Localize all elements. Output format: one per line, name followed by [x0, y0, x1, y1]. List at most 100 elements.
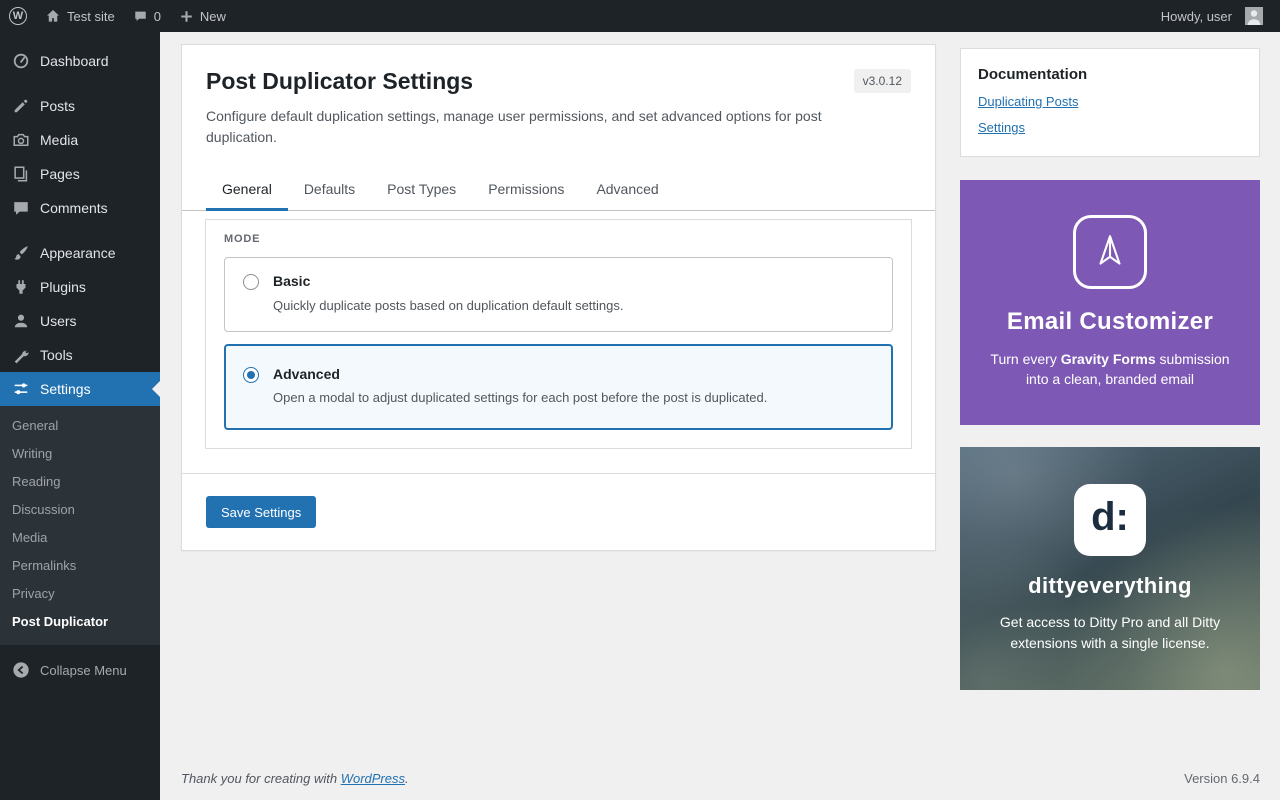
- content-area: Post Duplicator Settings v3.0.12 Configu…: [160, 32, 1280, 800]
- email-customizer-ad-banner[interactable]: Email Customizer Turn every Gravity Form…: [960, 180, 1260, 425]
- tab-post-types[interactable]: Post Types: [371, 168, 472, 211]
- media-icon: [11, 130, 31, 150]
- site-name-label: Test site: [67, 9, 115, 24]
- mode-section-heading: Mode: [206, 220, 911, 255]
- collapse-menu-label: Collapse Menu: [40, 663, 127, 678]
- sidebar-item-media[interactable]: Media: [0, 123, 160, 157]
- footer-version: Version 6.9.4: [1184, 771, 1260, 786]
- right-sidebar: Documentation Duplicating Posts Settings…: [960, 48, 1260, 690]
- ditty-ad-banner[interactable]: d: dittyeverything Get access to Ditty P…: [960, 447, 1260, 690]
- sidebar-item-pages[interactable]: Pages: [0, 157, 160, 191]
- wp-logo-menu[interactable]: W: [0, 0, 36, 32]
- sidebar-item-label: Media: [40, 132, 78, 148]
- users-icon: [11, 311, 31, 331]
- pages-icon: [11, 164, 31, 184]
- sidebar-item-label: Pages: [40, 166, 80, 182]
- comment-bubble-icon: [133, 9, 148, 24]
- avatar: [1245, 7, 1263, 25]
- site-name-menu[interactable]: Test site: [36, 0, 124, 32]
- sidebar-item-label: Dashboard: [40, 53, 109, 69]
- footer-thankyou: Thank you for creating with WordPress.: [181, 771, 409, 786]
- sidebar-item-comments[interactable]: Comments: [0, 191, 160, 225]
- tools-icon: [11, 345, 31, 365]
- sidebar-item-posts[interactable]: Posts: [0, 89, 160, 123]
- sidebar-item-plugins[interactable]: Plugins: [0, 270, 160, 304]
- submenu-item-media[interactable]: Media: [0, 524, 160, 552]
- option-advanced-label: Advanced: [273, 366, 767, 383]
- wordpress-link[interactable]: WordPress: [341, 771, 405, 786]
- email-customizer-title: Email Customizer: [1007, 308, 1213, 336]
- active-menu-arrow: [144, 381, 160, 397]
- tab-defaults[interactable]: Defaults: [288, 168, 371, 211]
- documentation-card: Documentation Duplicating Posts Settings: [960, 48, 1260, 157]
- new-label: New: [200, 9, 226, 24]
- settings-tabs: General Defaults Post Types Permissions …: [182, 168, 935, 211]
- sidebar-item-label: Comments: [40, 200, 108, 216]
- admin-bar: W Test site 0 New Howdy, user: [0, 0, 1280, 32]
- sidebar: Dashboard Posts Media Pages Comments App…: [0, 32, 160, 800]
- sidebar-item-label: Posts: [40, 98, 75, 114]
- tab-advanced[interactable]: Advanced: [580, 168, 674, 211]
- sidebar-item-dashboard[interactable]: Dashboard: [0, 44, 160, 78]
- plugins-icon: [11, 277, 31, 297]
- sidebar-item-label: Settings: [40, 381, 91, 397]
- appearance-icon: [11, 243, 31, 263]
- settings-card: Post Duplicator Settings v3.0.12 Configu…: [181, 44, 936, 551]
- sidebar-item-label: Appearance: [40, 245, 116, 261]
- sidebar-item-tools[interactable]: Tools: [0, 338, 160, 372]
- sidebar-item-appearance[interactable]: Appearance: [0, 236, 160, 270]
- comments-count: 0: [154, 9, 161, 24]
- page-description: Configure default duplication settings, …: [206, 106, 868, 148]
- tab-general[interactable]: General: [206, 168, 288, 211]
- ditty-logo-icon: d:: [1074, 484, 1146, 556]
- mode-section: Mode Basic Quickly duplicate posts based…: [205, 219, 912, 449]
- option-advanced-description: Open a modal to adjust duplicated settin…: [273, 390, 767, 407]
- new-content-menu[interactable]: New: [170, 0, 235, 32]
- submenu-item-reading[interactable]: Reading: [0, 468, 160, 496]
- comments-menu[interactable]: 0: [124, 0, 170, 32]
- documentation-title: Documentation: [978, 66, 1242, 83]
- sidebar-item-label: Users: [40, 313, 77, 329]
- ditty-text: Get access to Ditty Pro and all Ditty ex…: [1000, 612, 1220, 653]
- sidebar-item-users[interactable]: Users: [0, 304, 160, 338]
- dashboard-icon: [11, 51, 31, 71]
- my-account-menu[interactable]: Howdy, user: [1152, 0, 1272, 32]
- sidebar-item-label: Tools: [40, 347, 73, 363]
- page-title: Post Duplicator Settings: [206, 67, 473, 97]
- howdy-label: Howdy, user: [1161, 9, 1232, 24]
- submenu-item-general[interactable]: General: [0, 412, 160, 440]
- collapse-icon: [11, 660, 31, 680]
- admin-footer: Thank you for creating with WordPress. V…: [181, 771, 1260, 786]
- version-badge: v3.0.12: [854, 69, 911, 93]
- tab-permissions[interactable]: Permissions: [472, 168, 580, 211]
- email-customizer-logo-icon: [1073, 215, 1147, 289]
- submenu-item-privacy[interactable]: Privacy: [0, 580, 160, 608]
- submenu-item-writing[interactable]: Writing: [0, 440, 160, 468]
- save-settings-button[interactable]: Save Settings: [206, 496, 316, 528]
- submenu-item-permalinks[interactable]: Permalinks: [0, 552, 160, 580]
- doc-link-settings[interactable]: Settings: [978, 120, 1242, 135]
- submenu-item-discussion[interactable]: Discussion: [0, 496, 160, 524]
- home-icon: [45, 8, 61, 24]
- radio-basic[interactable]: [243, 274, 259, 290]
- ditty-title: dittyeverything: [1028, 573, 1192, 599]
- settings-icon: [11, 379, 31, 399]
- sidebar-item-settings[interactable]: Settings: [0, 372, 160, 406]
- collapse-menu-button[interactable]: Collapse Menu: [0, 653, 160, 687]
- option-basic-label: Basic: [273, 273, 624, 290]
- mode-option-basic[interactable]: Basic Quickly duplicate posts based on d…: [224, 257, 893, 332]
- wordpress-logo-icon: W: [9, 7, 27, 25]
- plus-icon: [179, 9, 194, 24]
- settings-card-header: Post Duplicator Settings v3.0.12 Configu…: [182, 45, 935, 168]
- tab-content: Mode Basic Quickly duplicate posts based…: [182, 211, 935, 473]
- doc-link-duplicating-posts[interactable]: Duplicating Posts: [978, 94, 1242, 109]
- option-basic-description: Quickly duplicate posts based on duplica…: [273, 298, 624, 315]
- comments-icon: [11, 198, 31, 218]
- radio-advanced[interactable]: [243, 367, 259, 383]
- sidebar-item-label: Plugins: [40, 279, 86, 295]
- settings-card-footer: Save Settings: [182, 473, 935, 550]
- mode-option-advanced[interactable]: Advanced Open a modal to adjust duplicat…: [224, 344, 893, 431]
- settings-submenu: General Writing Reading Discussion Media…: [0, 406, 160, 645]
- email-customizer-text: Turn every Gravity Forms submission into…: [990, 350, 1229, 389]
- submenu-item-post-duplicator[interactable]: Post Duplicator: [0, 608, 160, 636]
